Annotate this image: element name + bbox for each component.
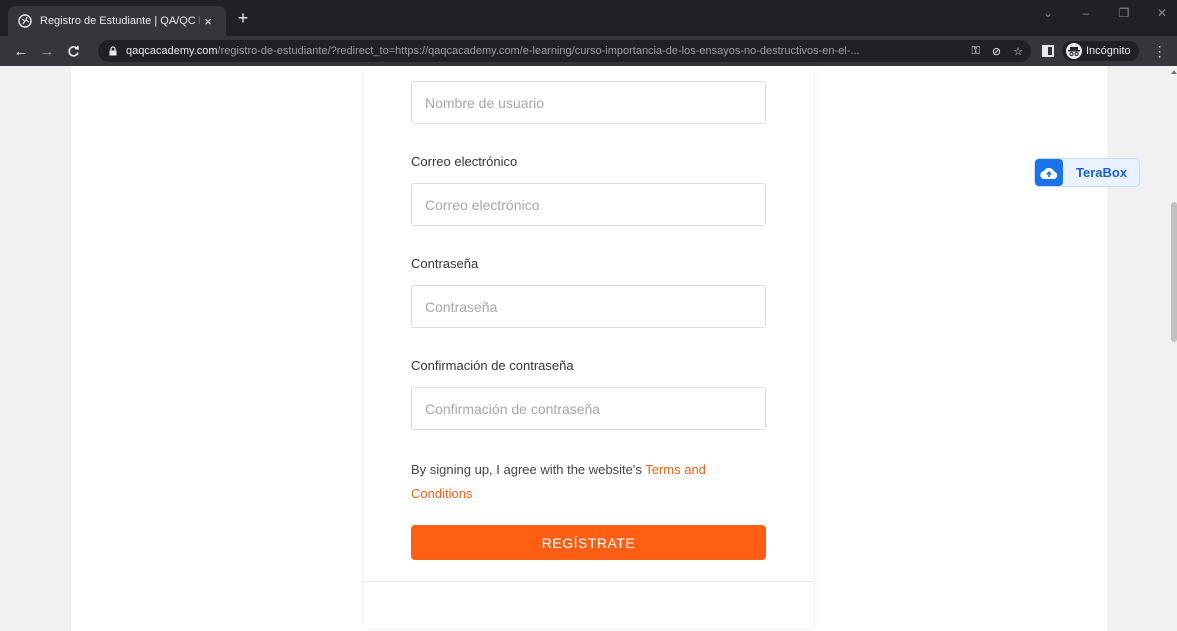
email-field[interactable] xyxy=(411,183,766,226)
browser-toolbar: ← → qaqcacademy.com /registro-de-estudia… xyxy=(0,36,1177,66)
card-divider xyxy=(364,581,813,582)
star-icon[interactable]: ☆ xyxy=(1013,45,1023,58)
terabox-label: TeraBox xyxy=(1076,165,1128,180)
new-tab-button[interactable]: + xyxy=(232,8,254,30)
globe-icon xyxy=(18,14,32,28)
omnibox-icons: ⚿ ⊘ ☆ xyxy=(965,40,1023,62)
tracking-blocked-icon[interactable]: ⊘ xyxy=(992,45,1001,58)
forward-icon[interactable]: → xyxy=(36,40,58,62)
register-button[interactable]: REGÍSTRATE xyxy=(411,525,766,560)
key-icon[interactable]: ⚿ xyxy=(972,45,980,58)
browser-tab[interactable]: Registro de Estudiante | QA/QC I × xyxy=(8,6,226,36)
browser-menu-icon[interactable]: ⋮ xyxy=(1153,43,1167,60)
incognito-badge[interactable]: Incógnito xyxy=(1062,41,1139,61)
cloud-upload-icon xyxy=(1035,159,1063,186)
minimize-icon[interactable]: – xyxy=(1076,6,1096,20)
side-panel-icon[interactable] xyxy=(1042,45,1054,57)
address-bar[interactable]: qaqcacademy.com /registro-de-estudiante/… xyxy=(98,40,1031,62)
lock-icon xyxy=(109,46,117,56)
page-viewport: Correo electrónico Contraseña Confirmaci… xyxy=(0,66,1177,631)
page-scrollbar[interactable] xyxy=(1170,66,1177,631)
scroll-up-arrow-icon[interactable] xyxy=(1171,70,1177,74)
reload-icon[interactable] xyxy=(62,40,84,62)
confirm-password-field[interactable] xyxy=(411,387,766,430)
browser-tab-bar: Registro de Estudiante | QA/QC I × + ⌄ –… xyxy=(0,0,1177,36)
username-field[interactable] xyxy=(411,81,766,124)
terms-text: By signing up, I agree with the website'… xyxy=(411,462,646,477)
right-toolbar: Incógnito ⋮ xyxy=(1042,40,1167,62)
restore-icon[interactable]: ❐ xyxy=(1114,6,1134,20)
incognito-label: Incógnito xyxy=(1086,45,1131,57)
url-host: qaqcacademy.com xyxy=(126,45,218,57)
email-label: Correo electrónico xyxy=(411,154,518,169)
back-icon[interactable]: ← xyxy=(10,40,32,62)
confirm-password-label: Confirmación de contraseña xyxy=(411,358,574,373)
terabox-widget[interactable]: TeraBox xyxy=(1034,158,1140,187)
incognito-icon xyxy=(1066,43,1082,59)
tab-close-icon[interactable]: × xyxy=(200,14,216,29)
close-window-icon[interactable]: ✕ xyxy=(1152,6,1172,20)
tab-title: Registro de Estudiante | QA/QC I xyxy=(40,15,200,27)
password-field[interactable] xyxy=(411,285,766,328)
tab-search-icon[interactable]: ⌄ xyxy=(1038,6,1058,20)
scrollbar-thumb[interactable] xyxy=(1171,202,1177,342)
url-path: /registro-de-estudiante/?redirect_to=htt… xyxy=(217,45,860,57)
password-label: Contraseña xyxy=(411,256,479,271)
terms-notice: By signing up, I agree with the website'… xyxy=(411,458,741,506)
